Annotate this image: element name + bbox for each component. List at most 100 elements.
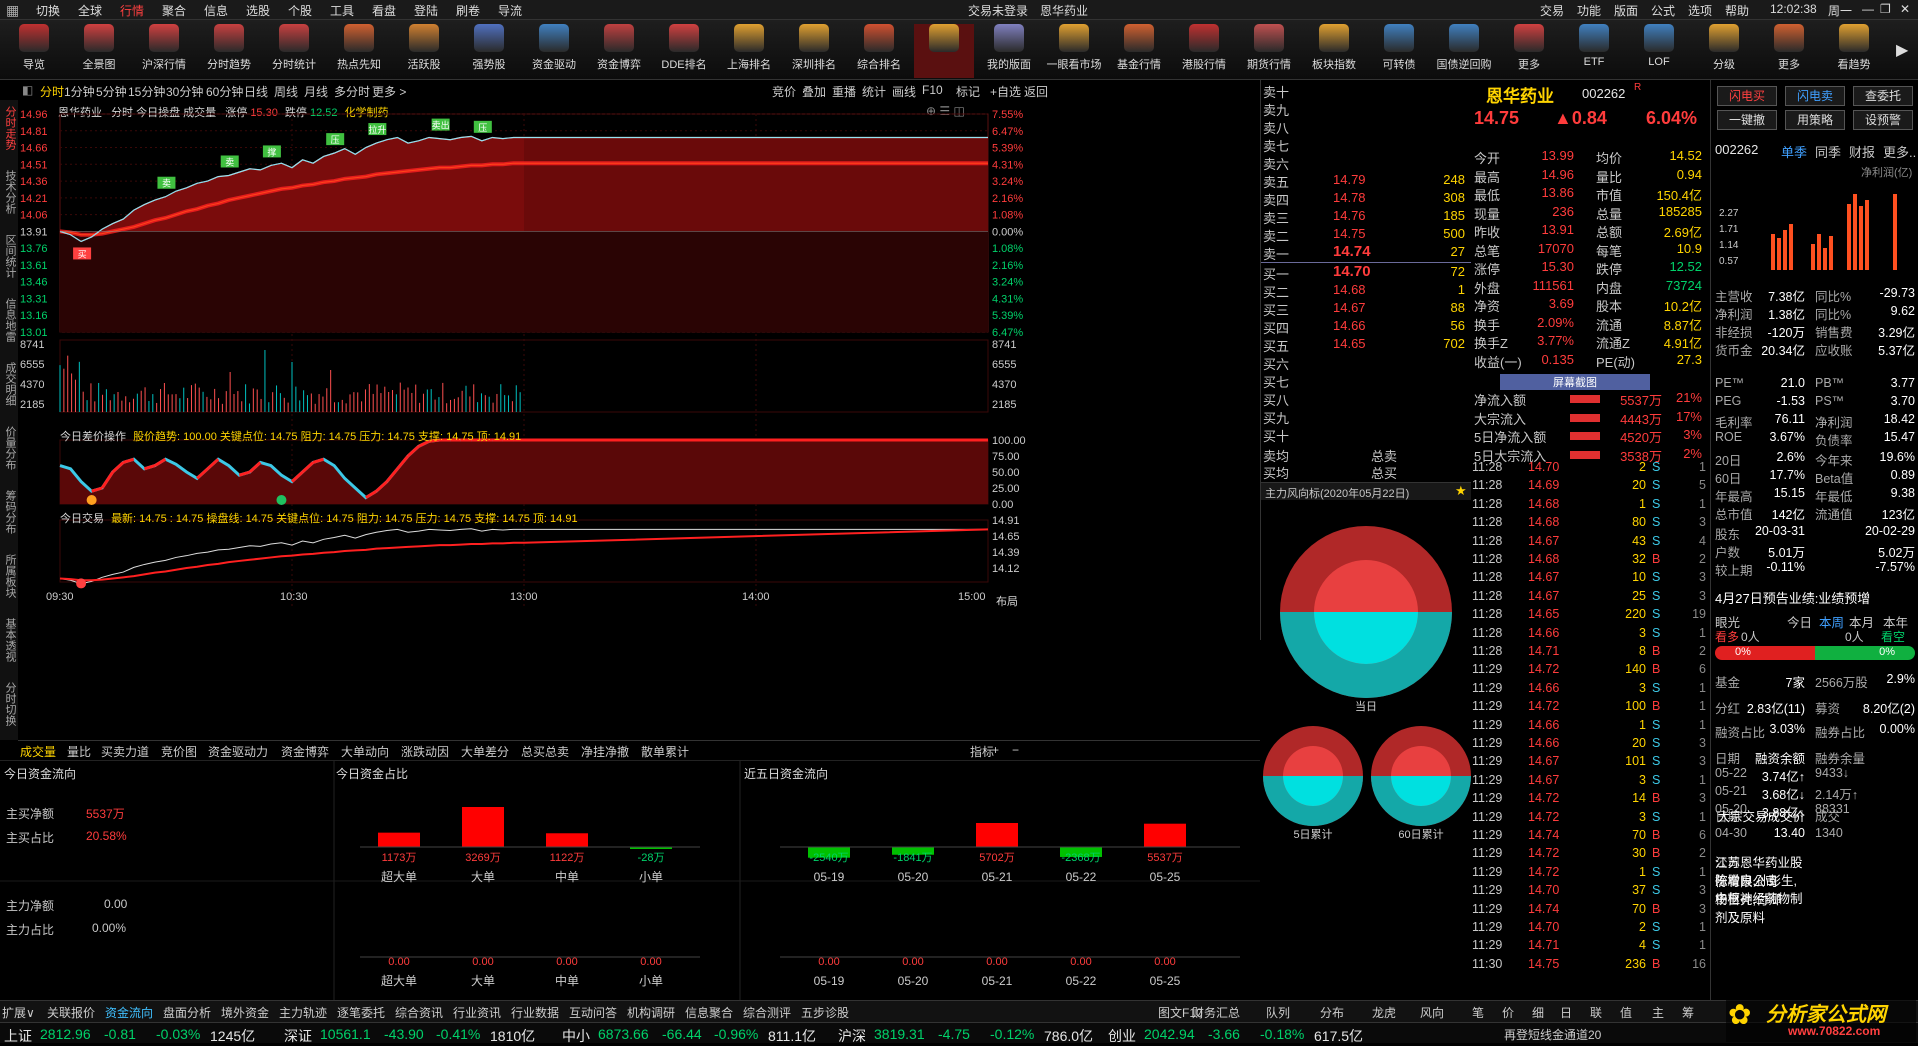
- order-book-sell-row[interactable]: 卖五 14.79 248: [1263, 172, 1469, 190]
- period-3[interactable]: 15分钟: [128, 83, 165, 100]
- chart-tool-0[interactable]: 竞价: [772, 83, 796, 100]
- finance-tab-1[interactable]: 同季: [1815, 142, 1841, 161]
- order-book-sell-row[interactable]: 卖十: [1263, 82, 1469, 100]
- index-name[interactable]: 深证: [284, 1026, 312, 1046]
- foot-right-tab-1[interactable]: 财务汇总: [1192, 1004, 1240, 1021]
- subtab-11[interactable]: 散单累计: [641, 743, 689, 760]
- chart-tool-3[interactable]: 统计: [862, 83, 886, 100]
- order-book-sell-row[interactable]: 卖九: [1263, 100, 1469, 118]
- foot-tab-5[interactable]: 主力轨迹: [279, 1004, 327, 1021]
- login-status[interactable]: 交易未登录: [968, 2, 1028, 19]
- period-1[interactable]: 1分钟: [64, 83, 95, 100]
- foot-right-tab-7[interactable]: 价: [1502, 1004, 1514, 1021]
- order-book-buy-row[interactable]: 买十: [1263, 426, 1469, 444]
- star-icon[interactable]: ★: [1455, 483, 1467, 499]
- toolbar-button-2[interactable]: 沪深行情: [134, 24, 194, 78]
- menu-item-6[interactable]: 个股: [288, 2, 312, 19]
- toolbar-button-6[interactable]: 活跃股: [394, 24, 454, 78]
- period-5[interactable]: 60分钟: [206, 83, 243, 100]
- foot-right-tab-11[interactable]: 值: [1620, 1004, 1632, 1021]
- vtab-2[interactable]: 区间统计: [2, 234, 16, 292]
- indicator-button[interactable]: 指标: [970, 743, 994, 760]
- vtab-4[interactable]: 成交明细: [2, 362, 16, 420]
- subtab-3[interactable]: 竞价图: [161, 743, 197, 760]
- toolbar-button-7[interactable]: 强势股: [459, 24, 519, 78]
- toolbar-button-16[interactable]: 一眼看市场: [1044, 24, 1104, 78]
- subtab-5[interactable]: 资金博弈: [281, 743, 329, 760]
- foot-tab-11[interactable]: 机构调研: [627, 1004, 675, 1021]
- subtab-9[interactable]: 总买总卖: [521, 743, 569, 760]
- subtab-8[interactable]: 大单差分: [461, 743, 509, 760]
- foot-tab-13[interactable]: 综合测评: [743, 1004, 791, 1021]
- eye-tab-2[interactable]: 本周: [1819, 612, 1844, 631]
- toolbar-button-13[interactable]: 综合排名: [849, 24, 909, 78]
- subtab-1[interactable]: 量比: [67, 743, 91, 760]
- vtab-8[interactable]: 基本透视: [2, 618, 16, 676]
- order-book-buy-row[interactable]: 买三 14.67 88: [1263, 300, 1469, 318]
- toolbar-button-18[interactable]: 港股行情: [1174, 24, 1234, 78]
- chart-tool-1[interactable]: 叠加: [802, 83, 826, 100]
- close-icon[interactable]: ✕: [1900, 2, 1910, 16]
- index-name[interactable]: 上证: [4, 1026, 32, 1046]
- action-button-1[interactable]: 闪电卖: [1785, 86, 1845, 106]
- foot-right-tab-12[interactable]: 主: [1652, 1004, 1664, 1021]
- toolbar-button-28[interactable]: 看趋势: [1824, 24, 1884, 78]
- toolbar-button-15[interactable]: 我的版面: [979, 24, 1039, 78]
- period-4[interactable]: 30分钟: [166, 83, 203, 100]
- toolbar-button-23[interactable]: 更多: [1499, 24, 1559, 78]
- finance-tab-3[interactable]: 更多..: [1883, 142, 1916, 161]
- action-button-2[interactable]: 查委托: [1853, 86, 1913, 106]
- foot-tab-10[interactable]: 互动问答: [569, 1004, 617, 1021]
- finance-tab-0[interactable]: 单季: [1781, 142, 1807, 161]
- menu-item-2[interactable]: 行情: [120, 2, 144, 19]
- menu-item-10[interactable]: 刷卷: [456, 2, 480, 19]
- order-book-sell-row[interactable]: 卖三 14.76 185: [1263, 208, 1469, 226]
- index-name[interactable]: 中小: [562, 1026, 590, 1046]
- remove-indicator-icon[interactable]: −: [1012, 743, 1019, 757]
- order-book-buy-row[interactable]: 买四 14.66 56: [1263, 318, 1469, 336]
- menu-item-5[interactable]: 选股: [246, 2, 270, 19]
- restore-icon[interactable]: ❐: [1880, 2, 1891, 16]
- toolbar-button-19[interactable]: 期货行情: [1239, 24, 1299, 78]
- layout-button[interactable]: 布局: [996, 593, 1018, 609]
- foot-right-tab-10[interactable]: 联: [1590, 1004, 1602, 1021]
- foot-tab-8[interactable]: 行业资讯: [453, 1004, 501, 1021]
- menu-item-3[interactable]: 聚合: [162, 2, 186, 19]
- menu-item-0[interactable]: 切换: [36, 2, 60, 19]
- chart-tool-7[interactable]: +自选: [990, 83, 1021, 100]
- order-book-sell-row[interactable]: 卖六: [1263, 154, 1469, 172]
- period-8[interactable]: 月线: [304, 83, 328, 100]
- foot-right-tab-3[interactable]: 分布: [1320, 1004, 1344, 1021]
- menu-item-1[interactable]: 全球: [78, 2, 102, 19]
- menu-right-item-3[interactable]: 公式: [1651, 2, 1675, 19]
- toolbar-button-1[interactable]: 全景图: [69, 24, 129, 78]
- subtab-6[interactable]: 大单动向: [341, 743, 389, 760]
- order-book-buy-row[interactable]: 买六: [1263, 354, 1469, 372]
- menu-right-item-2[interactable]: 版面: [1614, 2, 1638, 19]
- order-book-sell-row[interactable]: 卖一 14.74 27: [1263, 243, 1469, 262]
- chart-tool-8[interactable]: 返回: [1024, 83, 1048, 100]
- vtab-6[interactable]: 筹码分布: [2, 490, 16, 548]
- index-name[interactable]: 沪深: [838, 1026, 866, 1046]
- chart-tool-6[interactable]: 标记: [956, 83, 980, 100]
- chart-tool-5[interactable]: F10: [922, 83, 943, 97]
- toolbar-button-26[interactable]: 分级: [1694, 24, 1754, 78]
- index-name[interactable]: 创业: [1108, 1026, 1136, 1046]
- toolbar-scroll-right-icon[interactable]: ▶: [1896, 40, 1908, 60]
- menu-right-item-0[interactable]: 交易: [1540, 2, 1564, 19]
- order-book-sell-row[interactable]: 卖七: [1263, 136, 1469, 154]
- period-2[interactable]: 5分钟: [96, 83, 127, 100]
- finance-tab-2[interactable]: 财报: [1849, 142, 1875, 161]
- subtab-7[interactable]: 涨跌动因: [401, 743, 449, 760]
- add-indicator-icon[interactable]: +: [992, 743, 999, 757]
- foot-tab-0[interactable]: 扩展∨: [2, 1004, 35, 1021]
- toolbar-button-14[interactable]: [914, 24, 974, 78]
- menu-item-11[interactable]: 导流: [498, 2, 522, 19]
- order-book-sell-row[interactable]: 卖八: [1263, 118, 1469, 136]
- grid-icon[interactable]: ▦: [6, 2, 19, 19]
- action-button-0[interactable]: 闪电买: [1717, 86, 1777, 106]
- notice-text[interactable]: 4月27日预告业绩:业绩预增: [1715, 588, 1870, 607]
- order-book-buy-row[interactable]: 买八: [1263, 390, 1469, 408]
- foot-right-tab-5[interactable]: 风向: [1420, 1004, 1444, 1021]
- panel-toggle-icon[interactable]: ◧: [22, 83, 33, 97]
